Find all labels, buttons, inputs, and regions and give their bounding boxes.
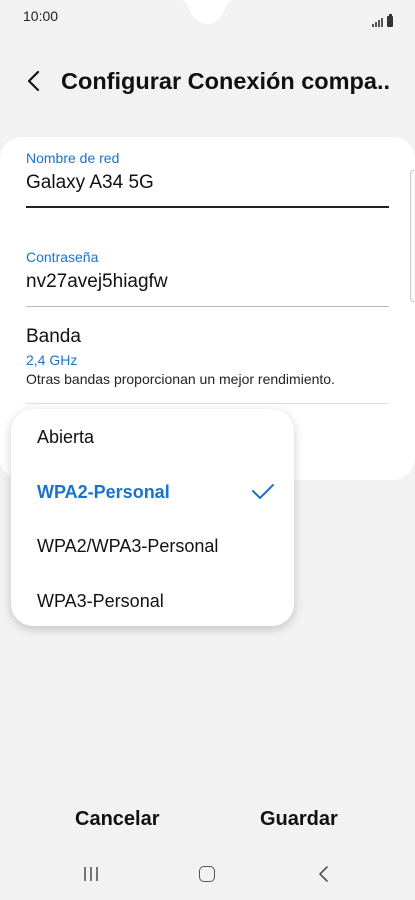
status-icons — [372, 9, 393, 27]
network-name-label: Nombre de red — [26, 150, 120, 166]
security-dropdown: Abierta WPA2-Personal WPA2/WPA3-Personal… — [11, 409, 294, 626]
band-value: 2,4 GHz — [26, 352, 78, 368]
security-option-wpa2-wpa3[interactable]: WPA2/WPA3-Personal — [37, 536, 218, 557]
network-name-input[interactable]: Galaxy A34 5G — [26, 172, 388, 194]
save-button[interactable]: Guardar — [260, 808, 338, 831]
network-name-underline — [26, 206, 389, 208]
header: Configurar Conexión compa... — [0, 58, 415, 106]
security-option-wpa3[interactable]: WPA3-Personal — [37, 591, 164, 612]
bottom-actions: Cancelar Guardar — [0, 808, 415, 840]
camera-notch — [180, 0, 234, 26]
band-title[interactable]: Banda — [26, 326, 81, 348]
nav-back-icon[interactable] — [317, 866, 329, 882]
band-description: Otras bandas proporcionan un mejor rendi… — [26, 371, 335, 387]
password-underline — [26, 306, 389, 307]
signal-icon — [372, 9, 384, 27]
back-button[interactable] — [20, 66, 50, 96]
scrollbar[interactable] — [410, 170, 415, 302]
security-option-open[interactable]: Abierta — [37, 427, 94, 448]
security-option-wpa2[interactable]: WPA2-Personal — [37, 482, 170, 503]
password-field[interactable]: Contraseña nv27avej5hiagfw — [26, 249, 388, 293]
network-name-field[interactable]: Nombre de red Galaxy A34 5G — [26, 150, 388, 194]
page-title: Configurar Conexión compa... — [61, 68, 391, 94]
back-arrow-icon — [27, 70, 40, 92]
divider — [26, 403, 389, 404]
status-time: 10:00 — [23, 8, 59, 24]
password-input[interactable]: nv27avej5hiagfw — [26, 271, 388, 293]
recent-apps-icon[interactable] — [83, 866, 101, 882]
battery-icon — [387, 14, 393, 27]
status-bar: 10:00 — [0, 0, 415, 34]
password-label: Contraseña — [26, 249, 99, 265]
navigation-bar — [0, 858, 415, 892]
cancel-button[interactable]: Cancelar — [75, 808, 160, 831]
home-icon[interactable] — [199, 866, 215, 882]
check-icon — [252, 484, 274, 499]
